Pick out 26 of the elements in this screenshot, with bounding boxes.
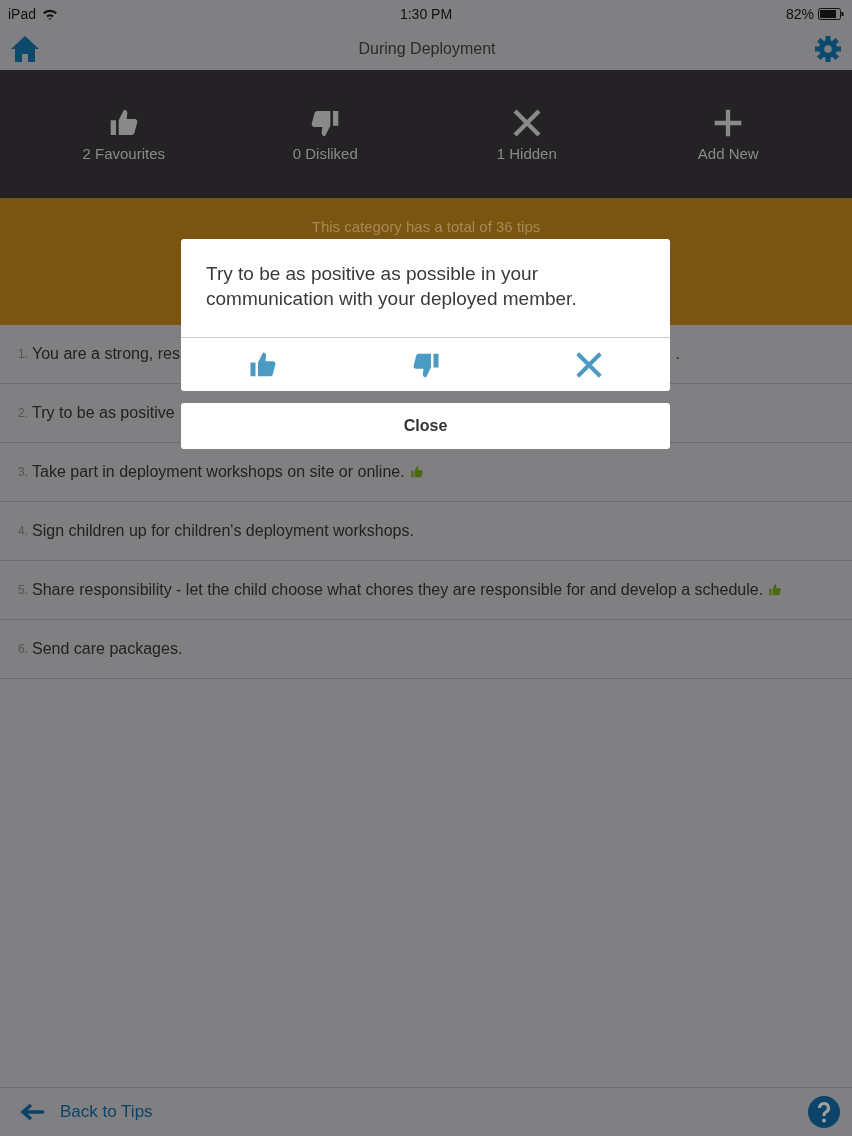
battery-percent: 82% [785, 6, 814, 22]
tip-text[interactable]: Try to be as positive [32, 404, 175, 422]
carrier-label: iPad [8, 6, 37, 22]
back-arrow-icon [20, 1103, 46, 1121]
close-button[interactable]: Close [181, 403, 670, 449]
time-label: 1:30 PM [399, 6, 453, 22]
toolbar-button[interactable]: 2 Favourites [78, 102, 169, 166]
wifi-icon [42, 8, 59, 20]
toolbar-button[interactable]: Add New [693, 102, 763, 166]
tip-text[interactable]: Take part in deployment workshops on site or online. [32, 463, 405, 481]
toolbar-button[interactable]: 1 Hidden [492, 102, 561, 166]
home-icon[interactable] [10, 35, 40, 63]
battery-icon [818, 8, 844, 20]
tip-count-text: This category has a total of 36 tips [310, 217, 542, 235]
screen-title: During Deployment [358, 40, 496, 58]
tip-text[interactable]: Send care packages. [32, 640, 183, 658]
tip-text[interactable]: Share responsibility - let the child choose what chores they are responsible for and develop a schedule. [32, 581, 764, 599]
tip-message: Try to be as positive as possible in your communication with your deployed member. [181, 239, 670, 338]
settings-icon[interactable] [814, 35, 842, 63]
back-link[interactable]: Back to Tips [20, 1102, 153, 1122]
toolbar-button[interactable]: 0 Disliked [288, 102, 362, 166]
help-icon[interactable] [808, 1096, 840, 1128]
close-icon [510, 106, 543, 139]
tip-text[interactable]: Sign children up for children's deployment workshops. [32, 522, 414, 540]
tip-text-end: . [675, 345, 680, 363]
tip-text[interactable]: You are a strong, res [32, 345, 180, 363]
